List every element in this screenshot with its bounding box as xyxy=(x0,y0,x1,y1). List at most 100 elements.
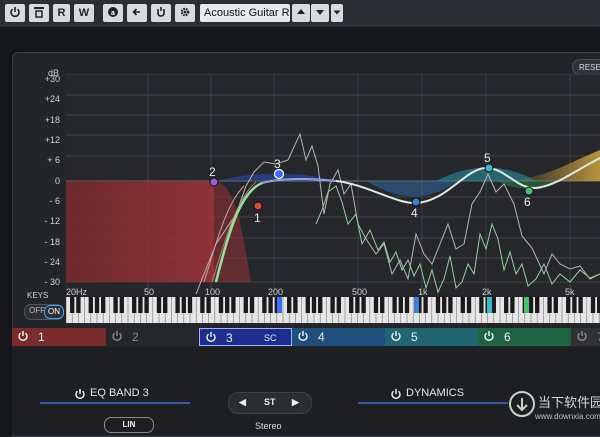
freq-label: 50 xyxy=(144,287,155,297)
piano-black-key xyxy=(187,297,193,313)
band-4-handle[interactable] xyxy=(411,197,421,207)
db-label: - 30 xyxy=(44,277,60,287)
piano-black-key xyxy=(225,297,230,313)
piano-black-key xyxy=(553,297,558,313)
power-icon xyxy=(391,331,401,342)
band-tab-2[interactable]: 2 xyxy=(106,328,199,346)
piano-black-key xyxy=(175,297,180,313)
band-2-handle[interactable] xyxy=(209,177,219,187)
power-icon xyxy=(206,332,216,343)
piano-black-key xyxy=(156,297,162,313)
a-b-icon[interactable]: a xyxy=(103,4,123,22)
piano-black-key xyxy=(578,297,583,313)
routing-icon[interactable] xyxy=(151,4,171,22)
piano-black-key xyxy=(479,297,484,313)
watermark: 当下软件园 www.downxia.com xyxy=(505,388,600,435)
db-label: - 24 xyxy=(44,257,60,267)
band-tab-5[interactable]: 5 xyxy=(385,328,478,346)
channel-mode-selector[interactable]: ◀ ST ▶ xyxy=(228,392,312,414)
eq-response-graph[interactable]: 1 2 3 4 5 6 xyxy=(66,74,600,294)
power-icon xyxy=(577,331,587,342)
piano-black-key xyxy=(491,297,496,313)
gear-icon[interactable] xyxy=(175,4,195,22)
freq-label: 200 xyxy=(268,287,284,297)
band-5-handle[interactable] xyxy=(484,163,494,173)
db-label: - 12 xyxy=(44,216,60,226)
read-automation-button[interactable]: R xyxy=(53,4,70,22)
freq-label: 20Hz xyxy=(66,287,88,297)
piano-black-key xyxy=(293,297,298,313)
piano-black-key xyxy=(287,297,292,313)
freq-label: 1k xyxy=(418,287,428,297)
piano-black-key xyxy=(70,297,75,313)
db-label: +30 xyxy=(44,74,60,84)
piano-black-key xyxy=(305,297,310,313)
band-tab-7[interactable]: 7 xyxy=(571,328,600,346)
piano-black-key xyxy=(355,297,360,313)
band-1-handle[interactable] xyxy=(253,201,263,211)
triangle-right-icon[interactable]: ▶ xyxy=(292,397,299,408)
triangle-left-icon[interactable]: ◀ xyxy=(239,397,246,408)
power-icon[interactable] xyxy=(390,388,402,400)
channel-name: Stereo xyxy=(255,421,282,431)
piano-black-key xyxy=(590,297,596,313)
power-icon xyxy=(298,331,308,342)
piano-keyboard[interactable] xyxy=(66,297,600,323)
sidechain-label[interactable]: SC xyxy=(264,329,277,347)
band-tab-4[interactable]: 4 xyxy=(292,328,385,346)
piano-black-key xyxy=(566,297,571,313)
keys-toggle[interactable]: OFF ON xyxy=(24,304,64,320)
db-label: 0 xyxy=(54,176,60,186)
bypass-icon[interactable] xyxy=(29,4,49,22)
piano-black-key xyxy=(318,297,323,313)
piano-black-key xyxy=(380,297,385,313)
preset-name-field[interactable]: Acoustic Guitar Ro xyxy=(200,4,290,22)
band-tab-3[interactable]: 3 SC xyxy=(199,328,292,346)
freq-label: 100 xyxy=(205,287,221,297)
band-number: 6 xyxy=(504,330,511,344)
preset-next-icon[interactable] xyxy=(311,4,329,22)
piano-black-key xyxy=(404,297,410,313)
piano-black-key xyxy=(392,297,397,313)
band-number: 4 xyxy=(318,330,325,344)
power-icon xyxy=(112,331,122,342)
preset-dropdown-icon[interactable] xyxy=(331,4,343,22)
band-tab-6[interactable]: 6 xyxy=(478,328,571,346)
piano-black-key xyxy=(88,297,93,313)
piano-black-key xyxy=(262,297,267,313)
piano-black-key xyxy=(504,297,509,313)
piano-black-key xyxy=(138,297,143,313)
write-automation-button[interactable]: W xyxy=(74,4,94,22)
svg-text:a: a xyxy=(111,10,115,17)
band-6-handle[interactable] xyxy=(524,186,534,196)
piano-black-key xyxy=(435,297,441,313)
preset-previous-icon[interactable] xyxy=(292,4,310,22)
freq-label: 5k xyxy=(565,287,575,297)
db-label: - 18 xyxy=(44,237,60,247)
piano-black-key xyxy=(206,297,211,313)
band-2-handle-label: 2 xyxy=(209,165,216,179)
band-6-handle-label: 6 xyxy=(524,195,531,209)
piano-black-key xyxy=(181,297,186,313)
reset-button[interactable]: RESET xyxy=(572,59,600,75)
back-arrow-icon[interactable] xyxy=(127,4,147,22)
power-icon[interactable] xyxy=(5,4,25,22)
db-label: +12 xyxy=(44,135,60,145)
db-label: +18 xyxy=(44,115,60,125)
piano-black-key xyxy=(423,297,428,313)
band-number: 1 xyxy=(38,330,45,344)
piano-black-key xyxy=(510,297,515,313)
piano-black-key xyxy=(373,297,379,313)
plugin-toolbar: R W a Acoustic Guitar Ro xyxy=(0,0,600,28)
piano-black-key xyxy=(460,297,465,313)
piano-black-key xyxy=(311,297,317,313)
linear-phase-button[interactable]: LIN xyxy=(104,417,154,433)
power-icon[interactable] xyxy=(74,388,86,400)
watermark-url: www.downxia.com xyxy=(535,412,600,421)
db-label: - 6 xyxy=(49,196,60,206)
band-tab-1[interactable]: 1 xyxy=(12,328,106,346)
piano-black-key xyxy=(336,297,341,313)
piano-black-key xyxy=(163,297,168,313)
piano-black-key xyxy=(94,297,100,313)
piano-black-key xyxy=(144,297,149,313)
